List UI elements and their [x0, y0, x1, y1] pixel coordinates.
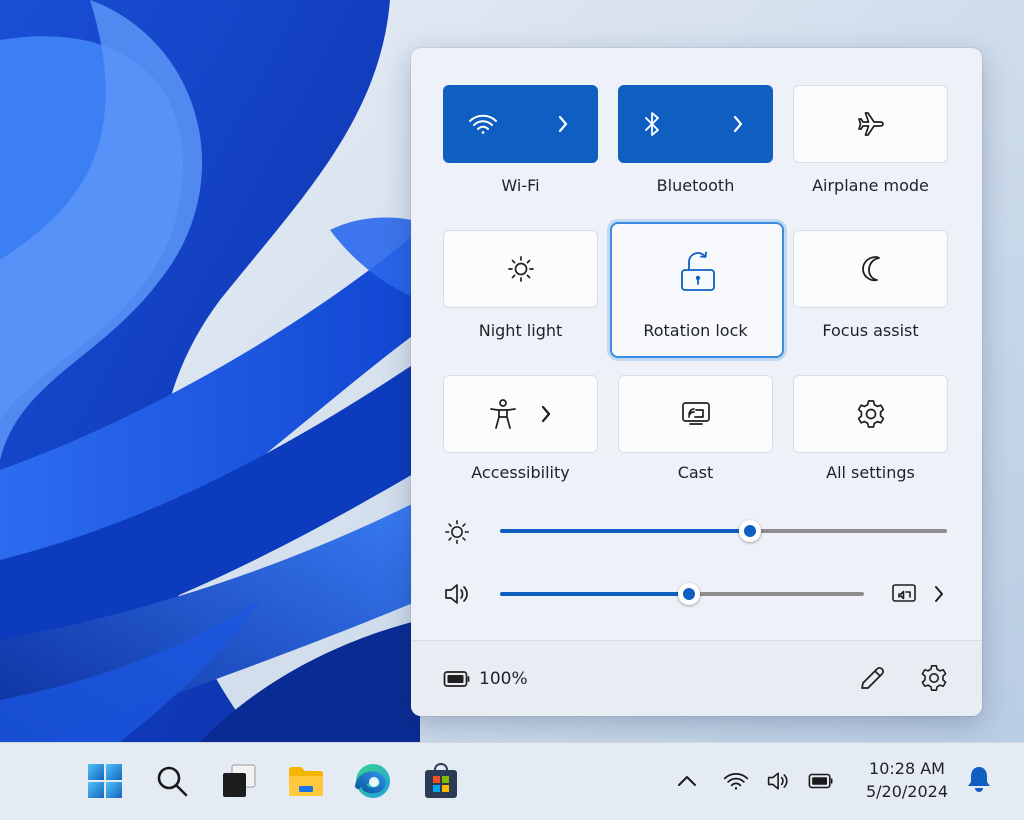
quick-settings-panel: Wi-Fi Bluetooth Airplane mode Night ligh…	[411, 48, 982, 716]
task-view-icon[interactable]	[220, 762, 258, 800]
bluetooth-tile-label: Bluetooth	[656, 176, 735, 195]
rotation-lock-tile[interactable]: Rotation lock	[610, 222, 784, 358]
brightness-slider-thumb[interactable]	[739, 520, 761, 542]
chevron-right-icon[interactable]	[540, 405, 552, 423]
airplane-mode-tile[interactable]	[793, 85, 948, 163]
sun-icon	[506, 254, 536, 284]
volume-slider-thumb[interactable]	[678, 583, 700, 605]
cast-tile[interactable]	[618, 375, 773, 453]
search-icon[interactable]	[153, 762, 191, 800]
chevron-right-icon[interactable]	[933, 585, 945, 607]
store-icon[interactable]	[422, 762, 460, 800]
battery-percentage: 100%	[479, 669, 528, 689]
edit-pencil-icon[interactable]	[857, 663, 887, 697]
rotation-lock-icon	[678, 250, 718, 298]
accessibility-icon	[488, 398, 518, 430]
settings-gear-icon[interactable]	[919, 663, 949, 697]
moon-icon	[856, 254, 886, 284]
clock-date: 5/20/2024	[865, 782, 949, 801]
accessibility-tile-label: Accessibility	[471, 463, 570, 482]
speaker-icon[interactable]	[766, 768, 792, 794]
battery-icon[interactable]	[443, 670, 471, 692]
edge-icon[interactable]	[354, 762, 392, 800]
brightness-slider[interactable]	[500, 520, 947, 542]
speaker-icon[interactable]	[443, 580, 473, 612]
battery-icon[interactable]	[808, 768, 834, 794]
wifi-tile[interactable]	[443, 85, 598, 163]
chevron-right-icon[interactable]	[557, 115, 569, 133]
wifi-icon[interactable]	[723, 768, 749, 794]
airplane-icon	[856, 109, 886, 139]
chevron-up-icon[interactable]	[674, 768, 700, 794]
focus-assist-tile[interactable]	[793, 230, 948, 308]
taskbar: 10:28 AM 5/20/2024	[0, 742, 1024, 820]
all-settings-tile[interactable]	[793, 375, 948, 453]
rotation-lock-tile-label: Rotation lock	[643, 321, 748, 340]
bluetooth-icon	[643, 111, 661, 137]
gear-icon	[855, 398, 887, 430]
brightness-slider-fill	[500, 529, 750, 533]
file-explorer-icon[interactable]	[287, 762, 325, 800]
wifi-tile-label: Wi-Fi	[501, 176, 540, 195]
bell-icon[interactable]	[966, 766, 992, 792]
volume-slider[interactable]	[500, 583, 864, 605]
accessibility-tile[interactable]	[443, 375, 598, 453]
clock-time: 10:28 AM	[869, 759, 945, 778]
volume-slider-row	[443, 579, 949, 609]
quick-settings-footer: 100%	[411, 640, 982, 716]
bluetooth-tile[interactable]	[618, 85, 773, 163]
audio-output-icon[interactable]	[891, 582, 917, 610]
night-light-tile-label: Night light	[478, 321, 563, 340]
brightness-icon	[443, 518, 471, 550]
chevron-right-icon[interactable]	[732, 115, 744, 133]
brightness-slider-row	[443, 516, 949, 546]
windows-start-icon[interactable]	[86, 762, 124, 800]
cast-tile-label: Cast	[677, 463, 714, 482]
cast-icon	[680, 400, 712, 428]
airplane-mode-tile-label: Airplane mode	[812, 176, 929, 195]
wifi-icon	[468, 113, 498, 135]
all-settings-tile-label: All settings	[826, 463, 915, 482]
night-light-tile[interactable]	[443, 230, 598, 308]
volume-slider-fill	[500, 592, 689, 596]
focus-assist-tile-label: Focus assist	[822, 321, 919, 340]
taskbar-clock[interactable]: 10:28 AM 5/20/2024	[858, 757, 956, 803]
